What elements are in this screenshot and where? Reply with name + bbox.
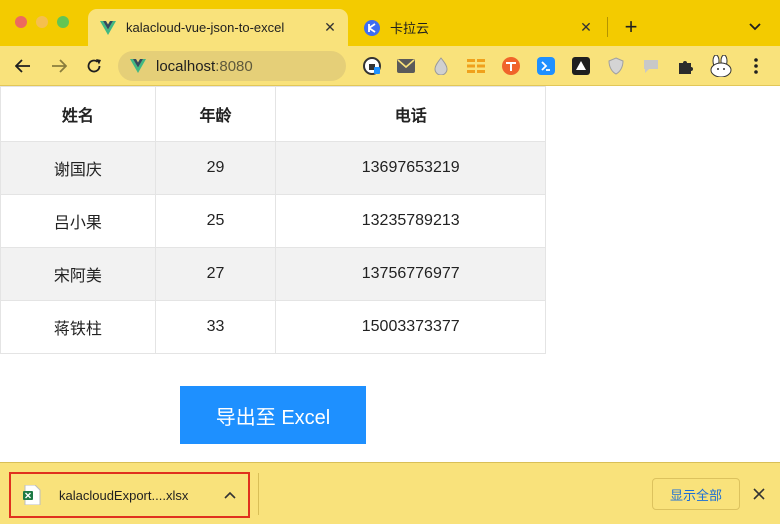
minimize-window-button[interactable] <box>36 16 48 28</box>
download-filename: kalacloudExport....xlsx <box>59 487 189 503</box>
cell-name: 谢国庆 <box>0 141 156 195</box>
cell-phone: 13697653219 <box>275 141 546 195</box>
download-shelf: kalacloudExport....xlsx 显示全部 <box>0 462 780 524</box>
tab-title: 卡拉云 <box>390 21 430 36</box>
page-content: 姓名 年龄 电话 谢国庆 29 13697653219 吕小果 25 13235… <box>0 86 780 462</box>
table-header-row: 姓名 年龄 电话 <box>0 86 546 142</box>
address-bar[interactable]: localhost:8080 <box>118 51 346 81</box>
extension-chat-icon[interactable] <box>641 56 661 76</box>
mail-icon[interactable] <box>396 56 416 76</box>
extension-blue-icon[interactable] <box>536 56 556 76</box>
extension-black-icon[interactable] <box>571 56 591 76</box>
download-item[interactable]: kalacloudExport....xlsx <box>9 472 250 518</box>
cell-age: 33 <box>154 300 277 354</box>
url-text: localhost:8080 <box>156 57 253 75</box>
cell-name: 蒋铁柱 <box>0 300 156 354</box>
cell-phone: 13756776977 <box>275 247 546 301</box>
close-shelf-icon[interactable] <box>750 485 768 503</box>
table-row: 吕小果 25 13235789213 <box>0 194 546 248</box>
cell-name: 吕小果 <box>0 194 156 248</box>
tab-close-icon[interactable]: ✕ <box>322 19 338 36</box>
vue-logo-icon <box>130 58 146 74</box>
tab-kalacloud-vue[interactable]: kalacloud-vue-json-to-excel ✕ <box>88 9 348 46</box>
table-row: 谢国庆 29 13697653219 <box>0 141 546 195</box>
tab-strip: kalacloud-vue-json-to-excel ✕ 卡拉云 ✕ + <box>0 0 780 46</box>
table-row: 蒋铁柱 33 15003373377 <box>0 300 546 354</box>
cell-name: 宋阿美 <box>0 247 156 301</box>
tab-separator <box>607 17 608 37</box>
extension-shield-grey-icon[interactable] <box>606 56 626 76</box>
vue-logo-icon <box>100 20 116 36</box>
excel-file-icon <box>23 484 41 506</box>
chevron-up-icon[interactable] <box>222 487 238 503</box>
show-all-downloads-button[interactable]: 显示全部 <box>652 478 740 510</box>
cell-age: 25 <box>154 194 277 248</box>
column-header-phone: 电话 <box>275 86 546 142</box>
browser-toolbar: localhost:8080 <box>0 46 780 86</box>
extensions-puzzle-icon[interactable] <box>676 56 696 76</box>
tab-kalacloud[interactable]: 卡拉云 ✕ <box>352 9 604 46</box>
maximize-window-button[interactable] <box>57 16 69 28</box>
cell-phone: 15003373377 <box>275 300 546 354</box>
column-header-age: 年龄 <box>154 86 277 142</box>
cell-phone: 13235789213 <box>275 194 546 248</box>
browser-window: kalacloud-vue-json-to-excel ✕ 卡拉云 ✕ + lo… <box>0 0 780 524</box>
extension-shield-icon[interactable] <box>362 56 382 76</box>
export-to-excel-button[interactable]: 导出至 Excel <box>180 386 366 444</box>
tab-close-icon[interactable]: ✕ <box>578 19 594 36</box>
kalacloud-logo-icon <box>364 19 380 36</box>
shelf-divider <box>258 473 259 515</box>
cell-age: 27 <box>154 247 277 301</box>
reload-icon[interactable] <box>82 54 106 78</box>
tab-search-chevron-icon[interactable] <box>744 16 766 38</box>
table-row: 宋阿美 27 13756776977 <box>0 247 546 301</box>
extension-grid-icon[interactable] <box>466 56 486 76</box>
extension-translate-icon[interactable] <box>501 56 521 76</box>
forward-arrow-icon[interactable] <box>47 54 71 78</box>
people-table: 姓名 年龄 电话 谢国庆 29 13697653219 吕小果 25 13235… <box>0 86 546 354</box>
new-tab-plus-icon[interactable]: + <box>620 14 642 39</box>
tab-title: kalacloud-vue-json-to-excel <box>126 20 285 35</box>
column-header-name: 姓名 <box>0 86 156 142</box>
extension-droplet-icon[interactable] <box>431 56 451 76</box>
back-arrow-icon[interactable] <box>11 54 35 78</box>
browser-menu-icon[interactable] <box>746 56 766 76</box>
close-window-button[interactable] <box>15 16 27 28</box>
profile-avatar-icon[interactable] <box>709 55 733 77</box>
cell-age: 29 <box>154 141 277 195</box>
